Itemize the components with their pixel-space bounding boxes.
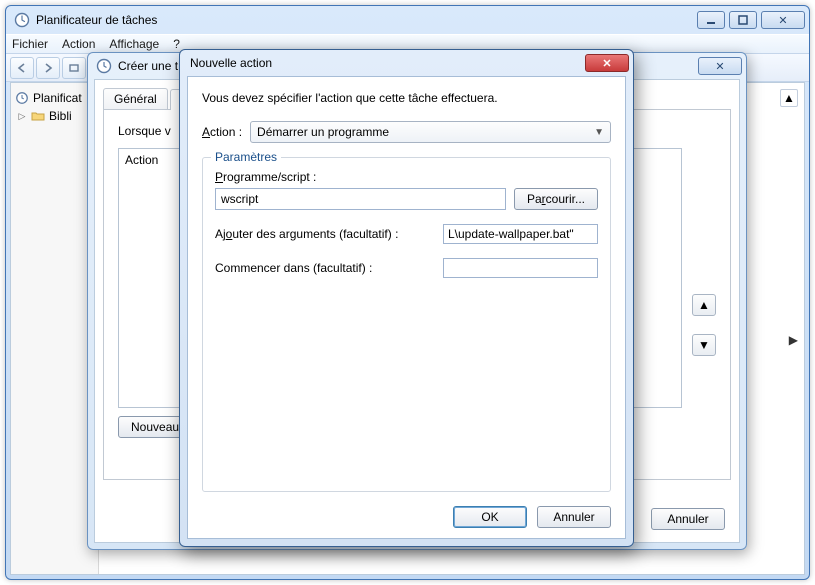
action-select-value: Démarrer un programme	[257, 125, 389, 139]
parameters-groupbox: Paramètres Programme/script : wscript Pa…	[202, 157, 611, 492]
action-label: Action :	[202, 125, 242, 139]
dialog-footer: OK Annuler	[202, 502, 611, 528]
dialog-body: Vous devez spécifier l'action que cette …	[187, 76, 626, 539]
arguments-row: Ajouter des arguments (facultatif) : L\u…	[215, 224, 598, 244]
minimize-button[interactable]	[697, 11, 725, 29]
reorder-buttons: ▲ ▼	[692, 294, 716, 356]
back-button[interactable]	[10, 57, 34, 79]
wizard-close-button[interactable]: ✕	[698, 57, 742, 75]
arguments-input[interactable]: L\update-wallpaper.bat"	[443, 224, 598, 244]
tab-general[interactable]: Général	[103, 88, 168, 109]
main-title: Planificateur de tâches	[36, 13, 697, 27]
chevron-down-icon: ▼	[594, 127, 604, 138]
clock-icon	[14, 12, 30, 28]
dialog-title: Nouvelle action	[190, 56, 585, 70]
up-button[interactable]	[62, 57, 86, 79]
move-up-button[interactable]: ▲	[692, 294, 716, 316]
startin-input[interactable]	[443, 258, 598, 278]
dialog-titlebar: Nouvelle action ✕	[180, 50, 633, 76]
tree-library[interactable]: ▷ Bibli	[15, 107, 94, 125]
parameters-title: Paramètres	[211, 150, 281, 164]
expand-arrow-icon[interactable]: ▶	[789, 333, 798, 347]
expand-icon[interactable]: ▷	[17, 111, 27, 122]
startin-label: Commencer dans (facultatif) :	[215, 261, 433, 275]
clock-icon	[15, 91, 29, 105]
action-row: Action : Démarrer un programme ▼	[202, 121, 611, 143]
menu-file[interactable]: Fichier	[12, 37, 48, 51]
forward-button[interactable]	[36, 57, 60, 79]
dialog-close-button[interactable]: ✕	[585, 54, 629, 72]
main-titlebar: Planificateur de tâches ✕	[6, 6, 809, 34]
new-action-dialog: Nouvelle action ✕ Vous devez spécifier l…	[179, 49, 634, 547]
maximize-button[interactable]	[729, 11, 757, 29]
wizard-cancel-button[interactable]: Annuler	[651, 508, 725, 530]
ok-button[interactable]: OK	[453, 506, 527, 528]
close-button[interactable]: ✕	[761, 11, 805, 29]
menu-action[interactable]: Action	[62, 37, 95, 51]
menu-help[interactable]: ?	[173, 37, 180, 51]
sidebar-tree[interactable]: Planificat ▷ Bibli	[11, 83, 99, 574]
action-select[interactable]: Démarrer un programme ▼	[250, 121, 611, 143]
menu-view[interactable]: Affichage	[109, 37, 159, 51]
caption-buttons: ✕	[697, 11, 805, 29]
collapse-icon[interactable]: ▲	[780, 89, 798, 107]
startin-row: Commencer dans (facultatif) :	[215, 258, 598, 278]
arguments-label: Ajouter des arguments (facultatif) :	[215, 227, 433, 241]
tree-root-label: Planificat	[33, 91, 82, 105]
dialog-intro: Vous devez spécifier l'action que cette …	[202, 91, 611, 105]
move-down-button[interactable]: ▼	[692, 334, 716, 356]
browse-button[interactable]: Parcourir...	[514, 188, 598, 210]
cancel-button[interactable]: Annuler	[537, 506, 611, 528]
program-label: Programme/script :	[215, 170, 598, 184]
program-input[interactable]: wscript	[215, 188, 506, 210]
clock-icon	[96, 58, 112, 74]
tree-library-label: Bibli	[49, 109, 72, 123]
folder-icon	[31, 110, 45, 122]
tree-root[interactable]: Planificat	[15, 89, 94, 107]
